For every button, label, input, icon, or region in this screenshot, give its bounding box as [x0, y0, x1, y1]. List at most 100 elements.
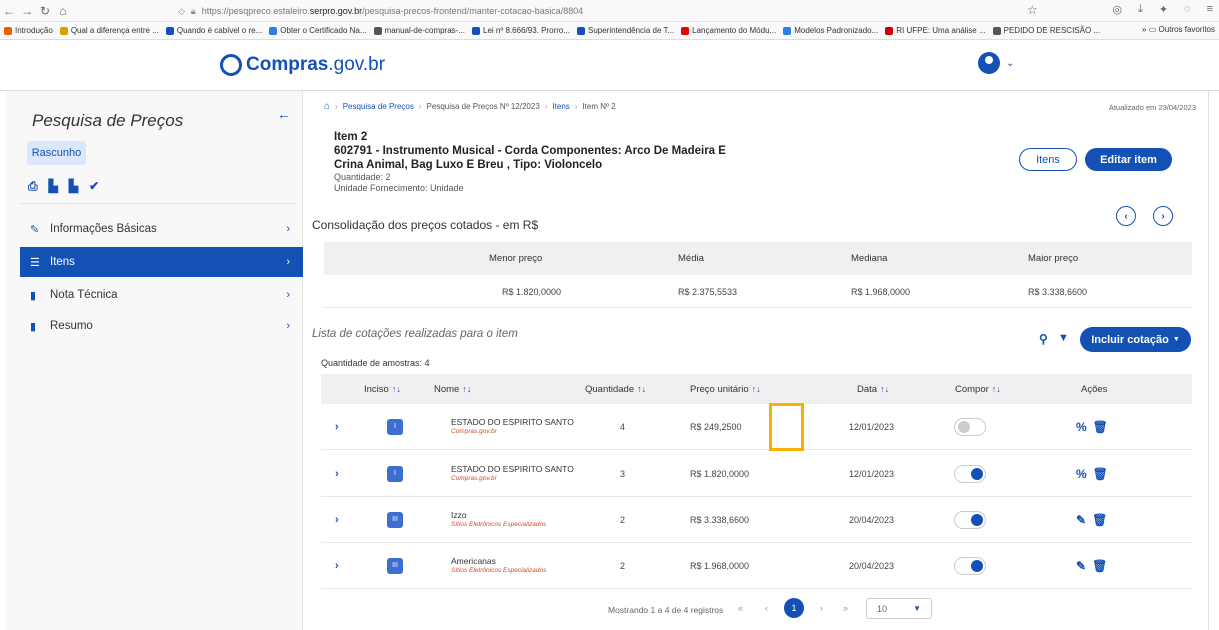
page-current[interactable]: 1	[784, 598, 804, 618]
account-icon[interactable]: ◌	[1184, 3, 1191, 16]
other-bookmarks[interactable]: » ▭ Outros favoritos	[1136, 25, 1215, 34]
forward-icon[interactable]: →	[18, 4, 36, 18]
bookmark-star-icon[interactable]: ☆	[1027, 3, 1038, 17]
bookmark-item[interactable]: RI UFPE: Uma análise ...	[885, 26, 986, 35]
add-quote-button[interactable]: Incluir cotação ▼	[1080, 327, 1191, 352]
bookmark-item[interactable]: Modelos Padronizado...	[783, 26, 878, 35]
folder-icon: ▭	[1148, 25, 1157, 34]
col-quantidade[interactable]: Quantidade ↑↓	[585, 374, 646, 404]
table-row: › I ESTADO DO ESPIRITO SANTO Compras.gov.br…	[321, 451, 1192, 497]
bookmark-item[interactable]: Qual a diferença entre ...	[59, 26, 159, 35]
url-domain: serpro.gov.br	[309, 6, 363, 16]
reload-icon[interactable]: ↻	[36, 4, 54, 18]
search-icon[interactable]: ⚲	[1039, 332, 1048, 346]
menu-icon[interactable]: ≡	[1207, 3, 1213, 16]
address-bar[interactable]: ◇ 🔒︎ https://pesqpreco.estaleiro.serpro.…	[178, 3, 998, 19]
caret-down-icon: ▼	[1172, 336, 1180, 343]
previous-item-icon[interactable]: ‹	[1116, 206, 1136, 226]
user-menu[interactable]: ⌄	[978, 52, 1014, 74]
bookmark-favicon-icon	[577, 26, 585, 35]
col-nome[interactable]: Nome ↑↓	[434, 374, 471, 404]
breadcrumb-link[interactable]: Itens	[552, 102, 569, 111]
col-compor[interactable]: Compor ↑↓	[955, 374, 1001, 404]
filter-icon[interactable]: ▼	[1058, 332, 1069, 344]
expand-row-icon[interactable]: ›	[335, 514, 339, 526]
trash-icon[interactable]: 🗑︎	[1093, 467, 1108, 481]
sidebar-item-nota-tecnica[interactable]: ▮ Nota Técnica ›	[20, 280, 303, 310]
sidebar-actions: ⎙ ▙ ▙ ✔	[28, 179, 99, 194]
sidebar-item-resumo[interactable]: ▮ Resumo ›	[20, 311, 303, 341]
items-button[interactable]: Itens	[1019, 148, 1077, 171]
bookmark-label: Superintendência de T...	[588, 26, 675, 35]
expand-row-icon[interactable]: ›	[335, 421, 339, 433]
source-name: ESTADO DO ESPIRITO SANTO	[451, 463, 574, 474]
back-icon[interactable]: ←	[0, 4, 18, 18]
overflow-icon[interactable]: »	[1142, 25, 1146, 34]
bookmark-item[interactable]: Quando é cabível o re...	[165, 26, 262, 35]
quote-quantity: 2	[620, 560, 626, 571]
bookmark-item[interactable]: Lançamento do Módu...	[681, 26, 776, 35]
extensions-icon[interactable]: ✦	[1159, 3, 1168, 16]
next-page-icon[interactable]: ›	[820, 603, 823, 613]
bookmark-item[interactable]: manual-de-compras-...	[373, 26, 465, 35]
sidebar-item-itens[interactable]: ☰ Itens ›	[20, 247, 303, 277]
trash-icon[interactable]: 🗑︎	[1092, 513, 1107, 527]
toggle-knob	[958, 420, 970, 433]
bookmark-item[interactable]: PEDIDO DE RESCISÃO ...	[992, 26, 1100, 35]
bookmark-item[interactable]: Lei nº 8.666/93. Prorro...	[472, 26, 570, 35]
bookmark-favicon-icon	[681, 26, 690, 35]
last-page-icon[interactable]: »	[843, 603, 848, 613]
edit-icon[interactable]: ✎	[1076, 559, 1086, 573]
pocket-icon[interactable]: ◎	[1112, 3, 1122, 16]
bookmark-item[interactable]: Introdução	[4, 26, 53, 35]
sidebar-item-label: Itens	[50, 256, 75, 268]
percent-icon[interactable]: %	[1076, 467, 1087, 481]
trash-icon[interactable]: 🗑︎	[1093, 420, 1108, 434]
bookmark-label: RI UFPE: Uma análise ...	[896, 26, 986, 35]
home-icon[interactable]: ⌂	[324, 101, 330, 112]
col-label: Data	[857, 383, 878, 395]
previous-page-icon[interactable]: ‹	[765, 603, 768, 613]
quote-date: 12/01/2023	[849, 421, 895, 432]
add-quote-label: Incluir cotação	[1091, 333, 1169, 346]
col-label: Preço unitário	[690, 383, 749, 395]
compor-toggle[interactable]	[954, 510, 986, 529]
compor-toggle[interactable]	[954, 556, 986, 575]
logo-text: Compras	[246, 54, 329, 75]
first-page-icon[interactable]: «	[738, 603, 743, 613]
edit-icon[interactable]: ✎	[1076, 513, 1086, 527]
edit-item-button[interactable]: Editar item	[1085, 148, 1172, 171]
quote-source: ESTADO DO ESPIRITO SANTO Compras.gov.br	[451, 417, 574, 437]
check-icon[interactable]: ✔	[89, 179, 99, 194]
breadcrumb-link[interactable]: Pesquisa de Preços	[343, 102, 414, 111]
quote-source: ESTADO DO ESPIRITO SANTO Compras.gov.br	[451, 464, 574, 484]
percent-icon[interactable]: %	[1076, 420, 1087, 434]
col-data[interactable]: Data ↑↓	[857, 374, 889, 404]
sort-icon: ↑↓	[991, 384, 1001, 394]
sidebar-item-informacoes[interactable]: ✎ Informações Básicas ›	[20, 214, 303, 244]
print-icon[interactable]: ⎙	[28, 179, 38, 194]
next-item-icon[interactable]: ›	[1153, 206, 1173, 226]
compras-logo[interactable]: Compras .gov.br	[220, 54, 385, 76]
home-icon[interactable]: ⌂	[54, 4, 72, 18]
bookmark-item[interactable]: Superintendência de T...	[577, 26, 674, 35]
compor-toggle[interactable]	[954, 464, 986, 483]
col-inciso[interactable]: Inciso ↑↓	[364, 374, 401, 404]
download-icon[interactable]: ⤓	[1138, 3, 1143, 16]
breadcrumb-link[interactable]: Pesquisa de Preços Nº 12/2023	[427, 102, 540, 111]
consolidation-title: Consolidação dos preços cotados - em R$	[312, 218, 539, 232]
compor-toggle[interactable]	[954, 417, 986, 436]
page-size-select[interactable]: 10 ▼	[866, 598, 932, 619]
expand-row-icon[interactable]: ›	[335, 560, 339, 572]
pdf-icon[interactable]: ▙	[49, 179, 58, 194]
bookmark-item[interactable]: Obter o Certificado Na...	[269, 26, 367, 35]
url-path: /pesquisa-precos-frontend/manter-cotacao…	[362, 6, 584, 16]
arrow-left-icon[interactable]: ←	[277, 106, 291, 122]
expand-row-icon[interactable]: ›	[335, 468, 339, 480]
sort-icon: ↑↓	[462, 384, 472, 394]
quote-price: R$ 1.820,0000	[690, 468, 750, 479]
breadcrumb-separator: ›	[574, 102, 578, 111]
excel-icon[interactable]: ▙	[69, 179, 78, 194]
col-preco[interactable]: Preço unitário ↑↓	[690, 374, 761, 404]
trash-icon[interactable]: 🗑︎	[1092, 559, 1107, 573]
